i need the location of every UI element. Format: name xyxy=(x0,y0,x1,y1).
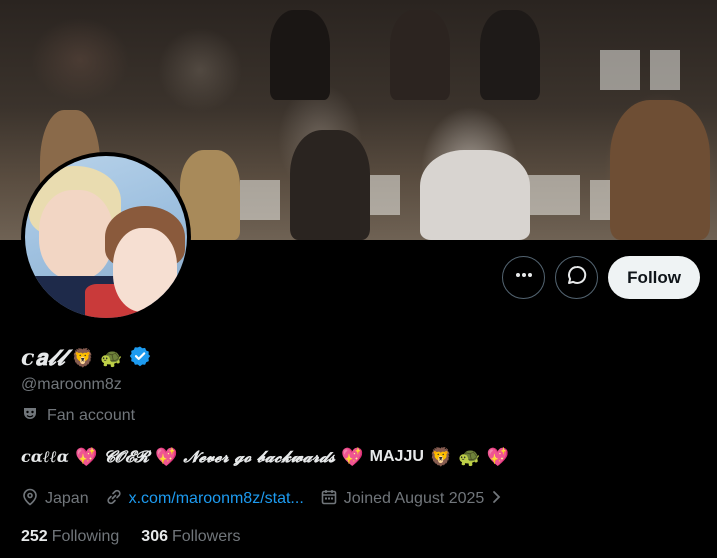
avatar-image xyxy=(25,156,187,318)
lion-emoji: 🦁 xyxy=(429,447,453,467)
profile-meta: Japan x.com/maroonm8z/stat... Joined Aug… xyxy=(21,488,707,510)
message-icon xyxy=(566,264,588,291)
profile-avatar[interactable] xyxy=(21,152,191,322)
ellipsis-icon xyxy=(514,265,534,290)
following-link[interactable]: 252 Following xyxy=(21,528,119,550)
website-link[interactable]: x.com/maroonm8z/stat... xyxy=(129,490,304,508)
join-date-text: Joined August 2025 xyxy=(343,490,485,507)
sparkling-heart-emoji: 💖 xyxy=(155,447,178,467)
sparkling-heart-emoji: 💖 xyxy=(75,447,98,467)
following-label: Following xyxy=(51,528,120,545)
bio-part-3: 𝓝𝓮𝓿𝓮𝓻 𝓰𝓸 𝓫𝓪𝓬𝓴𝔀𝓪𝓻𝓭𝓼 xyxy=(183,447,336,466)
profile-actions: Follow xyxy=(502,256,700,299)
category-text: Fan account xyxy=(47,407,136,424)
sparkling-heart-emoji: 💖 xyxy=(486,447,510,467)
website[interactable]: x.com/maroonm8z/stat... xyxy=(105,488,304,511)
join-date[interactable]: Joined August 2025 xyxy=(320,488,505,511)
followers-count: 306 xyxy=(141,528,168,545)
bio: cαℓℓα 💖 𝓒𝓞𝓔𝓡 💖 𝓝𝓮𝓿𝓮𝓻 𝓰𝓸 𝓫𝓪𝓬𝓴𝔀𝓪𝓻𝓭𝓼 💖 MAJJ… xyxy=(21,446,707,468)
verified-badge-icon[interactable] xyxy=(129,345,151,372)
link-icon xyxy=(105,488,123,511)
following-count: 252 xyxy=(21,528,48,545)
location-pin-icon xyxy=(21,488,39,511)
location: Japan xyxy=(21,488,89,511)
display-name: c𝐚𝓵𝓵 xyxy=(21,345,66,371)
follow-stats: 252 Following 306 Followers xyxy=(21,528,707,550)
bio-part-2: 𝓒𝓞𝓔𝓡 xyxy=(103,447,149,466)
handle: @maroonm8z xyxy=(21,376,122,393)
chevron-right-icon xyxy=(490,488,504,511)
bio-part-1: cαℓℓα xyxy=(21,447,70,466)
turtle-emoji: 🐢 xyxy=(100,348,123,368)
followers-label: Followers xyxy=(172,528,241,545)
theater-masks-icon xyxy=(21,405,39,428)
bio-part-4: MAJJU xyxy=(369,448,424,465)
category-label: Fan account xyxy=(21,406,707,426)
followers-link[interactable]: 306 Followers xyxy=(141,528,240,550)
sparkling-heart-emoji: 💖 xyxy=(341,447,364,467)
name-row: c𝐚𝓵𝓵 🦁 🐢 xyxy=(21,344,707,372)
message-button[interactable] xyxy=(555,256,599,299)
turtle-emoji: 🐢 xyxy=(458,447,481,467)
lion-emoji: 🦁 xyxy=(71,348,95,368)
calendar-icon xyxy=(320,488,338,511)
more-button[interactable] xyxy=(502,256,546,299)
follow-button[interactable]: Follow xyxy=(608,256,700,299)
profile-info: c𝐚𝓵𝓵 🦁 🐢 @maroonm8z Fan account cαℓℓα 💖 … xyxy=(21,344,707,550)
location-text: Japan xyxy=(45,490,89,507)
